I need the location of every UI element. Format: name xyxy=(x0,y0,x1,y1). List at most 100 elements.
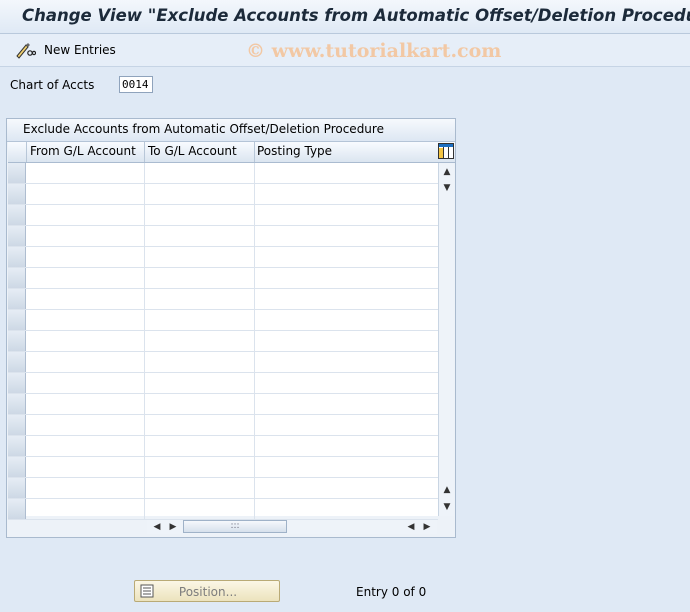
col-to-gl-account[interactable]: To G/L Account xyxy=(148,144,237,158)
scroll-end-right-icon[interactable]: ▶ xyxy=(421,520,433,534)
header-separator xyxy=(26,142,27,162)
row-selector[interactable] xyxy=(8,331,26,351)
position-button[interactable]: Position... xyxy=(134,580,280,602)
cell-to-gl-account[interactable] xyxy=(144,457,255,477)
cell-from-gl-account[interactable] xyxy=(26,499,145,519)
row-selector[interactable] xyxy=(8,205,26,225)
cell-from-gl-account[interactable] xyxy=(26,373,145,393)
cell-posting-type[interactable] xyxy=(254,331,438,351)
row-selector[interactable] xyxy=(8,457,26,477)
cell-to-gl-account[interactable] xyxy=(144,184,255,204)
cell-posting-type[interactable] xyxy=(254,436,438,456)
cell-from-gl-account[interactable] xyxy=(26,457,145,477)
cell-posting-type[interactable] xyxy=(254,478,438,498)
row-selector[interactable] xyxy=(8,247,26,267)
cell-posting-type[interactable] xyxy=(254,373,438,393)
cell-from-gl-account[interactable] xyxy=(26,436,145,456)
cell-to-gl-account[interactable] xyxy=(144,310,255,330)
cell-posting-type[interactable] xyxy=(254,163,438,183)
cell-posting-type[interactable] xyxy=(254,247,438,267)
cell-to-gl-account[interactable] xyxy=(144,394,255,414)
cell-from-gl-account[interactable] xyxy=(26,331,145,351)
cell-posting-type[interactable] xyxy=(254,394,438,414)
cell-to-gl-account[interactable] xyxy=(144,226,255,246)
row-selector[interactable] xyxy=(8,310,26,330)
row-selector[interactable] xyxy=(8,499,26,519)
cell-to-gl-account[interactable] xyxy=(144,352,255,372)
cell-posting-type[interactable] xyxy=(254,415,438,435)
row-selector[interactable] xyxy=(8,163,26,183)
cell-to-gl-account[interactable] xyxy=(144,268,255,288)
table-config-icon[interactable] xyxy=(438,143,454,159)
row-selector[interactable] xyxy=(8,352,26,372)
row-selector[interactable] xyxy=(8,289,26,309)
cell-to-gl-account[interactable] xyxy=(144,373,255,393)
scroll-right-icon[interactable]: ▶ xyxy=(167,520,179,534)
col-posting-type[interactable]: Posting Type xyxy=(257,144,332,158)
cell-posting-type[interactable] xyxy=(254,457,438,477)
cell-to-gl-account[interactable] xyxy=(144,415,255,435)
cell-posting-type[interactable] xyxy=(254,499,438,519)
scroll-end-left-icon[interactable]: ◀ xyxy=(405,520,417,534)
cell-posting-type[interactable] xyxy=(254,268,438,288)
cell-from-gl-account[interactable] xyxy=(26,268,145,288)
header-separator xyxy=(254,142,255,162)
table-row xyxy=(8,331,438,352)
scroll-page-up-icon[interactable]: ▲ xyxy=(441,483,453,497)
table-row xyxy=(8,268,438,289)
cell-to-gl-account[interactable] xyxy=(144,247,255,267)
table-row xyxy=(8,373,438,394)
cell-posting-type[interactable] xyxy=(254,205,438,225)
scroll-thumb[interactable]: ::: xyxy=(183,520,287,533)
watermark: © www.tutorialkart.com xyxy=(246,40,502,62)
scroll-down-icon[interactable]: ▼ xyxy=(441,181,453,195)
cell-posting-type[interactable] xyxy=(254,226,438,246)
table-row xyxy=(8,394,438,415)
row-selector[interactable] xyxy=(8,394,26,414)
cell-posting-type[interactable] xyxy=(254,352,438,372)
cell-from-gl-account[interactable] xyxy=(26,247,145,267)
row-selector[interactable] xyxy=(8,478,26,498)
scroll-left-icon[interactable]: ◀ xyxy=(151,520,163,534)
cell-to-gl-account[interactable] xyxy=(144,289,255,309)
cell-to-gl-account[interactable] xyxy=(144,436,255,456)
cell-from-gl-account[interactable] xyxy=(26,415,145,435)
row-selector[interactable] xyxy=(8,268,26,288)
chart-of-accts-label: Chart of Accts xyxy=(10,78,95,92)
row-selector[interactable] xyxy=(8,226,26,246)
horizontal-scrollbar[interactable]: ◀ ▶ ::: ◀ ▶ xyxy=(147,520,437,534)
row-selector[interactable] xyxy=(8,184,26,204)
cell-to-gl-account[interactable] xyxy=(144,205,255,225)
cell-to-gl-account[interactable] xyxy=(144,478,255,498)
cell-from-gl-account[interactable] xyxy=(26,394,145,414)
table-row xyxy=(8,247,438,268)
cell-to-gl-account[interactable] xyxy=(144,163,255,183)
cell-posting-type[interactable] xyxy=(254,184,438,204)
cell-posting-type[interactable] xyxy=(254,289,438,309)
col-from-gl-account[interactable]: From G/L Account xyxy=(30,144,136,158)
cell-from-gl-account[interactable] xyxy=(26,163,145,183)
new-entries-button[interactable]: New Entries xyxy=(14,40,116,60)
cell-to-gl-account[interactable] xyxy=(144,499,255,519)
cell-to-gl-account[interactable] xyxy=(144,331,255,351)
cell-from-gl-account[interactable] xyxy=(26,289,145,309)
scroll-up-icon[interactable]: ▲ xyxy=(441,165,453,179)
cell-from-gl-account[interactable] xyxy=(26,310,145,330)
table-row xyxy=(8,457,438,478)
table-row xyxy=(8,226,438,247)
cell-from-gl-account[interactable] xyxy=(26,352,145,372)
cell-from-gl-account[interactable] xyxy=(26,478,145,498)
cell-posting-type[interactable] xyxy=(254,310,438,330)
cell-from-gl-account[interactable] xyxy=(26,184,145,204)
table-body xyxy=(8,163,438,520)
vertical-scrollbar[interactable]: ▲ ▼ ▲ ▼ xyxy=(438,163,454,516)
cell-from-gl-account[interactable] xyxy=(26,205,145,225)
table-row xyxy=(8,352,438,373)
row-selector[interactable] xyxy=(8,373,26,393)
chart-of-accts-field[interactable]: 0014 xyxy=(119,76,153,93)
scroll-page-down-icon[interactable]: ▼ xyxy=(441,500,453,514)
row-selector[interactable] xyxy=(8,415,26,435)
row-selector[interactable] xyxy=(8,436,26,456)
table-row xyxy=(8,205,438,226)
cell-from-gl-account[interactable] xyxy=(26,226,145,246)
